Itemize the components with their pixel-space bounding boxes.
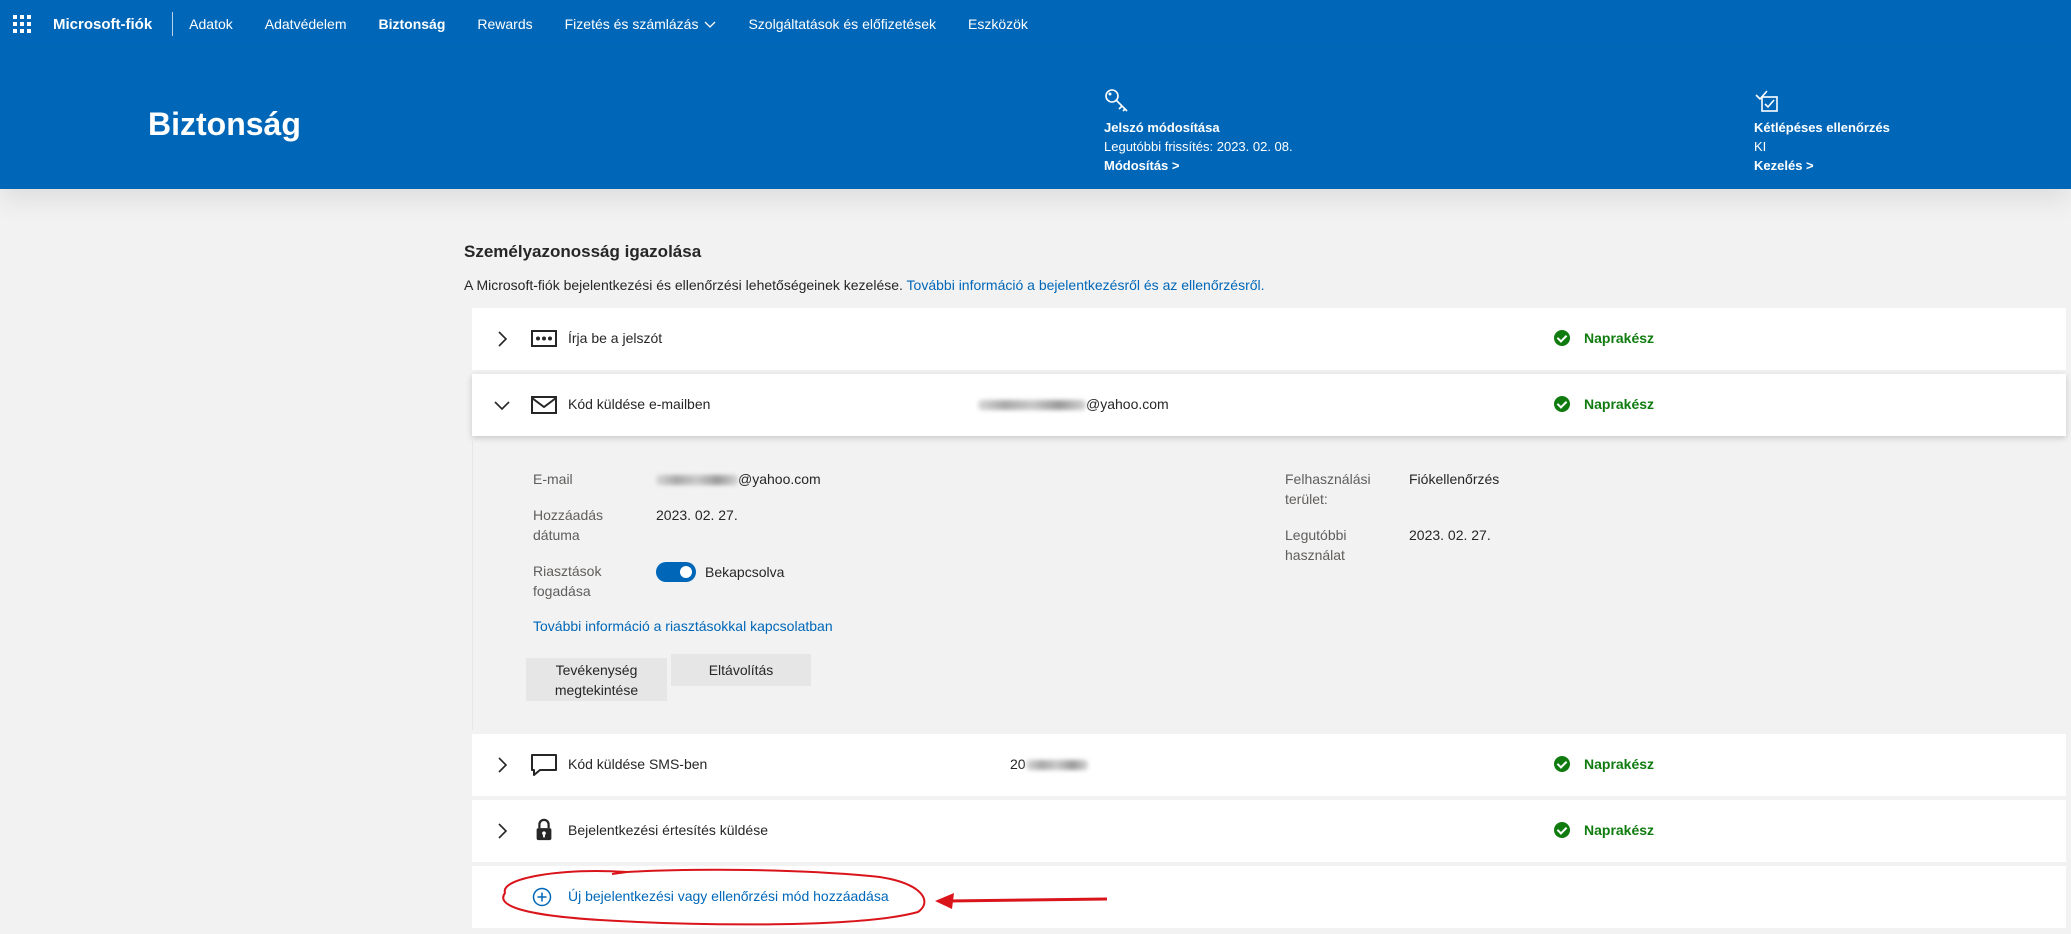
password-card: Jelszó módosítása Legutóbbi frissítés: 2… <box>1104 88 1293 175</box>
method-label: Írja be a jelszót <box>568 330 663 346</box>
twostep-card: Kétlépéses ellenőrzés KI Kezelés > <box>1754 88 1890 175</box>
brand-link[interactable]: Microsoft-fiók <box>53 16 152 33</box>
check-circle-icon <box>1554 330 1570 346</box>
nav-item-rewards[interactable]: Rewards <box>477 16 532 32</box>
add-method-link[interactable]: Új bejelentkezési vagy ellenőrzési mód h… <box>568 888 889 904</box>
section-description-text: A Microsoft-fiók bejelentkezési és ellen… <box>464 277 907 293</box>
alerts-toggle[interactable] <box>656 562 696 582</box>
change-password-link[interactable]: Módosítás > <box>1104 156 1293 175</box>
view-activity-button[interactable]: Tevékenység megtekintése <box>526 658 667 701</box>
method-label: Bejelentkezési értesítés küldése <box>568 822 768 838</box>
nav-divider <box>172 12 174 36</box>
nav-item-szolgaltatasok[interactable]: Szolgáltatások és előfizetések <box>748 16 936 32</box>
email-domain: @yahoo.com <box>1086 396 1169 412</box>
section-description: A Microsoft-fiók bejelentkezési és ellen… <box>464 277 1265 293</box>
key-icon <box>1105 89 1128 112</box>
check-circle-icon <box>1554 822 1570 838</box>
chat-icon <box>531 754 557 776</box>
method-row-email[interactable]: Kód küldése e-mailben @yahoo.com Napraké… <box>472 374 2066 436</box>
method-phone-value: 20 <box>1010 756 1088 772</box>
chevron-down-icon <box>704 21 716 28</box>
status-text: Naprakész <box>1584 822 1655 838</box>
chevron-right-icon[interactable] <box>494 757 510 773</box>
email-label: E-mail <box>533 471 573 487</box>
plus-circle-icon[interactable] <box>532 887 552 907</box>
chevron-right-icon[interactable] <box>494 823 510 839</box>
last-used-value: 2023. 02. 27. <box>1409 527 1491 543</box>
alerts-label: Riasztások fogadása <box>533 563 602 599</box>
status-badge: Naprakész <box>1554 396 1654 412</box>
check-circle-icon <box>1554 396 1570 412</box>
alerts-value: Bekapcsolva <box>705 564 785 580</box>
mail-icon <box>531 396 557 414</box>
twostep-card-status: KI <box>1754 139 1767 154</box>
nav-item-eszkozok[interactable]: Eszközök <box>968 16 1028 32</box>
nav-item-adatvedelem[interactable]: Adatvédelem <box>265 16 347 32</box>
nav-item-biztonsag[interactable]: Biztonság <box>378 16 445 32</box>
nav-item-fizetes[interactable]: Fizetés és számlázás <box>565 16 717 32</box>
status-badge: Naprakész <box>1554 330 1654 346</box>
method-label: Kód küldése SMS-ben <box>568 756 708 772</box>
verified-checklist-icon <box>1755 90 1778 112</box>
nav-item-fizetes-label: Fizetés és számlázás <box>564 16 699 32</box>
last-used-label: Legutóbbi használat <box>1285 527 1347 563</box>
chevron-right-icon[interactable] <box>494 331 510 347</box>
usage-value: Fiókellenőrzés <box>1409 471 1500 487</box>
method-email-value: @yahoo.com <box>978 396 1169 412</box>
redacted-text <box>1025 760 1088 771</box>
lock-icon <box>536 818 552 841</box>
usage-label: Felhasználási terület: <box>1285 471 1371 507</box>
twostep-card-title: Kétlépéses ellenőrzés <box>1754 120 1890 135</box>
email-details-panel: E-mail @yahoo.com Hozzáadás dátuma 2023.… <box>472 441 2066 730</box>
sign-in-info-link[interactable]: További információ a bejelentkezésről és… <box>907 277 1265 293</box>
method-row-sms[interactable]: Kód küldése SMS-ben 20 Naprakész <box>472 734 2066 796</box>
section-title: Személyazonosság igazolása <box>464 242 702 261</box>
added-date-label: Hozzáadás dátuma <box>533 507 604 543</box>
manage-twostep-link[interactable]: Kezelés > <box>1754 156 1890 175</box>
chevron-down-icon[interactable] <box>494 397 510 413</box>
password-dots-icon <box>531 330 557 347</box>
email-value: @yahoo.com <box>656 469 821 489</box>
status-text: Naprakész <box>1584 330 1655 346</box>
method-row-password[interactable]: Írja be a jelszót Naprakész <box>472 308 2066 370</box>
email-domain: @yahoo.com <box>738 471 821 487</box>
status-text: Naprakész <box>1584 396 1655 412</box>
page-banner: Biztonság Jelszó módosítása Legutóbbi fr… <box>0 48 2071 189</box>
method-label: Kód küldése e-mailben <box>568 396 711 412</box>
top-navigation: Microsoft-fiók Adatok Adatvédelem Bizton… <box>0 0 2071 48</box>
password-card-subtitle: Legutóbbi frissítés: 2023. 02. 08. <box>1104 139 1293 154</box>
add-method-row[interactable]: Új bejelentkezési vagy ellenőrzési mód h… <box>472 866 2066 928</box>
page-title: Biztonság <box>148 106 301 142</box>
method-row-notification[interactable]: Bejelentkezési értesítés küldése Napraké… <box>472 800 2066 862</box>
password-card-title: Jelszó módosítása <box>1104 120 1220 135</box>
status-text: Naprakész <box>1584 756 1655 772</box>
alerts-info-link[interactable]: További információ a riasztásokkal kapcs… <box>533 618 833 634</box>
status-badge: Naprakész <box>1554 756 1654 772</box>
remove-button[interactable]: Eltávolítás <box>671 654 811 686</box>
added-date-value: 2023. 02. 27. <box>656 507 738 523</box>
status-badge: Naprakész <box>1554 822 1654 838</box>
check-circle-icon <box>1554 756 1570 772</box>
redacted-text <box>656 475 738 486</box>
app-launcher-icon[interactable] <box>13 15 31 33</box>
phone-prefix: 20 <box>1010 756 1026 772</box>
nav-item-adatok[interactable]: Adatok <box>189 16 233 32</box>
redacted-text <box>978 400 1086 411</box>
